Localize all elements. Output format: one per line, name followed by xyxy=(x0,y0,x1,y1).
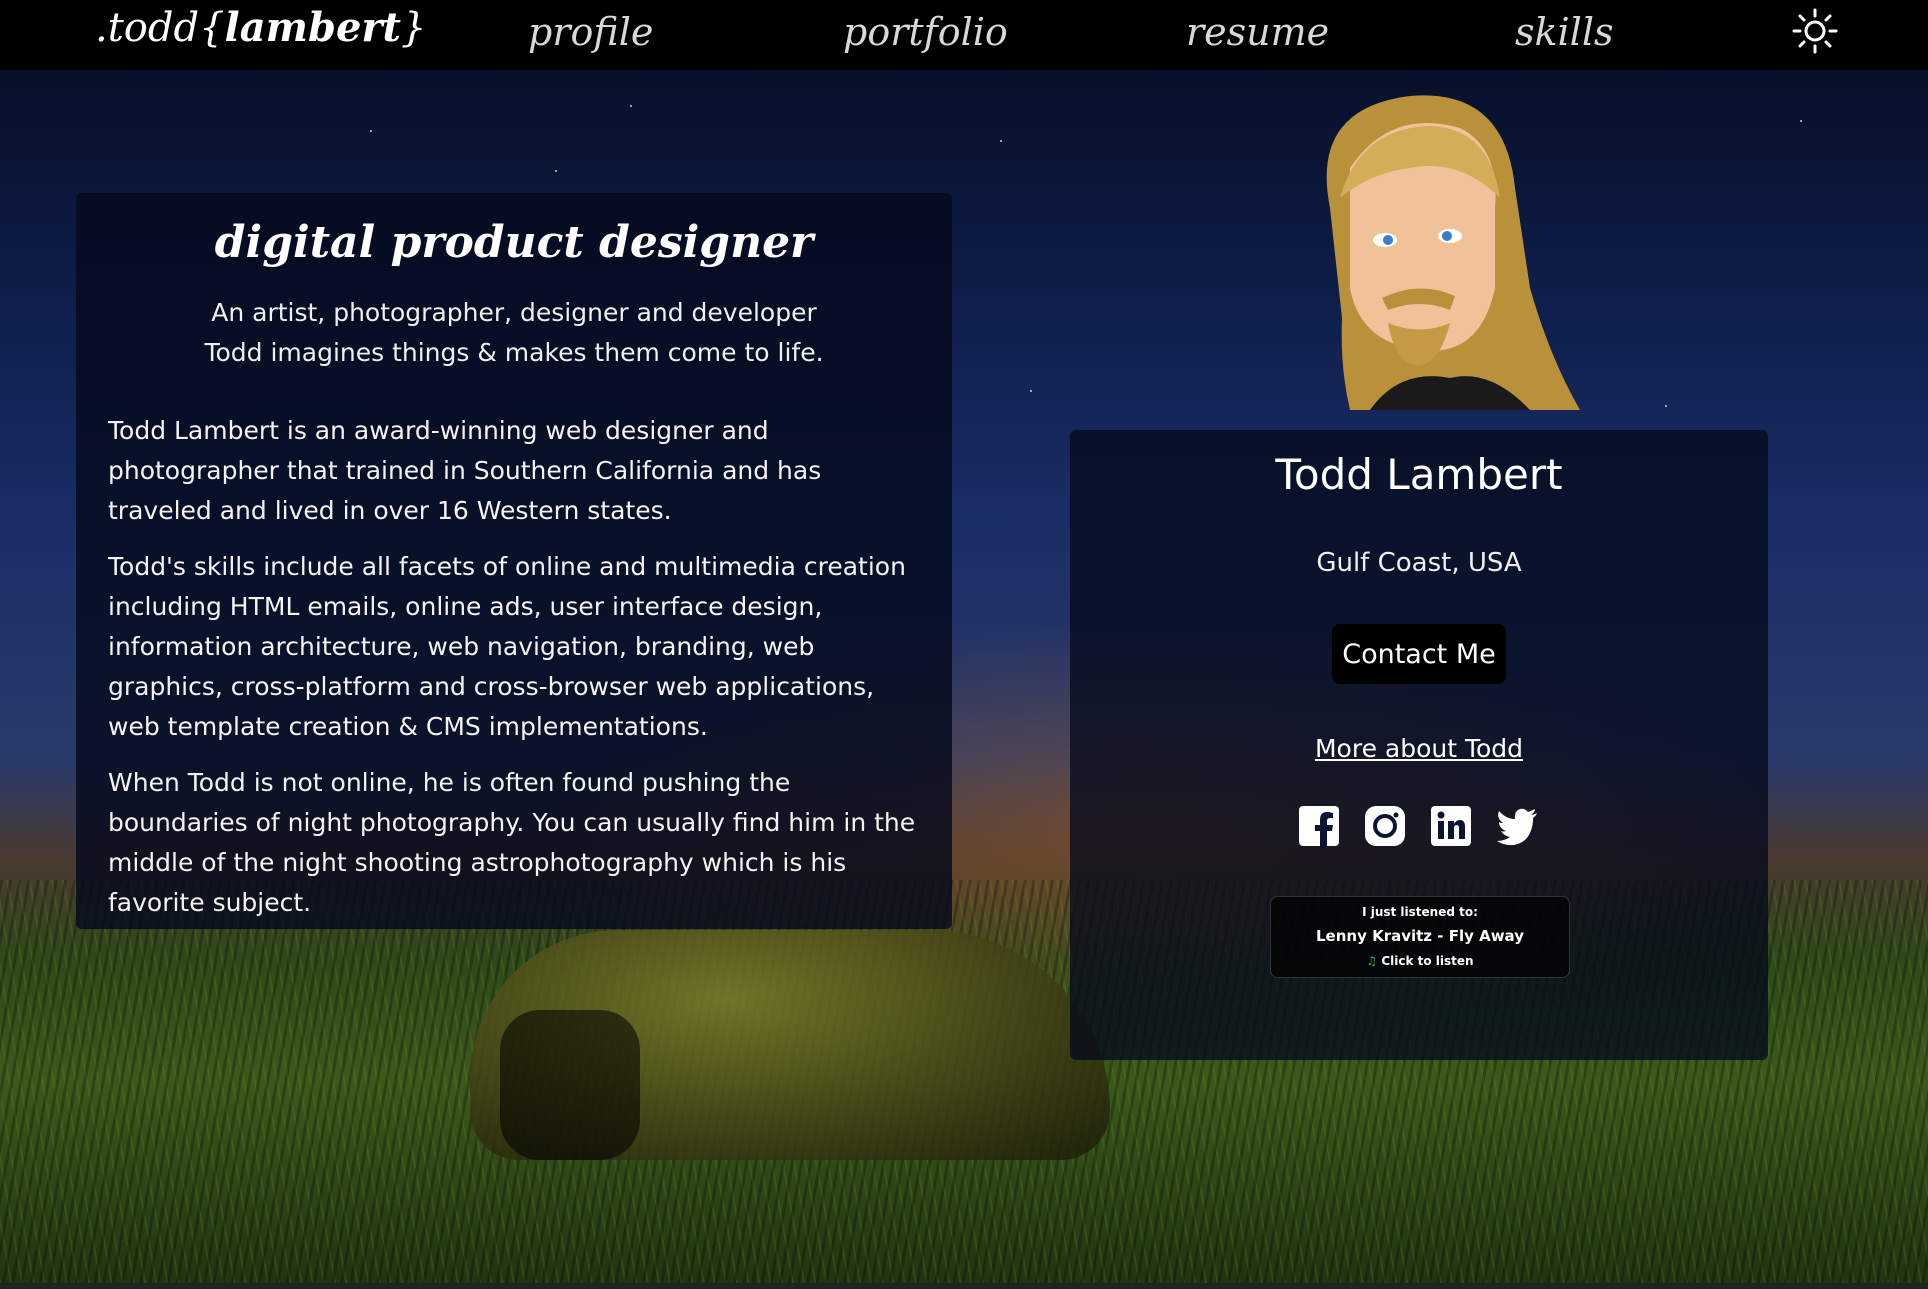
facebook-icon[interactable] xyxy=(1297,804,1341,848)
bio-paragraph: Todd Lambert is an award-winning web des… xyxy=(108,416,822,525)
star xyxy=(1030,390,1032,392)
nav-link-resume[interactable]: resume xyxy=(1186,10,1329,54)
profile-card: Todd Lambert Gulf Coast, USA Contact Me … xyxy=(1070,430,1768,1060)
intro-panel: digital product designer An artist, phot… xyxy=(76,193,952,929)
click-to-listen-label: Click to listen xyxy=(1381,954,1474,968)
nav-link-skills[interactable]: skills xyxy=(1515,10,1614,54)
logo-bold: lambert xyxy=(224,4,401,51)
star xyxy=(555,170,557,172)
click-to-listen[interactable]: ♫ Click to listen xyxy=(1271,954,1569,968)
avatar xyxy=(1290,88,1590,410)
nav-link-portfolio[interactable]: portfolio xyxy=(843,10,1008,54)
profile-location: Gulf Coast, USA xyxy=(1316,548,1522,578)
bio-paragraph: When Todd is not online, he is often fou… xyxy=(108,768,916,917)
intro-tagline: An artist, photographer, designer and de… xyxy=(76,293,952,373)
bio-paragraph: Todd's skills include all facets of onli… xyxy=(108,552,906,741)
twitter-icon[interactable] xyxy=(1495,804,1539,848)
intro-title: digital product designer xyxy=(214,217,814,268)
sun-icon[interactable] xyxy=(1790,6,1840,56)
top-navbar: .todd{lambert} profile portfolio resume … xyxy=(0,0,1928,70)
site-logo[interactable]: .todd{lambert} xyxy=(95,4,426,51)
star xyxy=(370,130,372,132)
social-links xyxy=(1297,804,1547,852)
nav-link-profile[interactable]: profile xyxy=(528,10,653,54)
logo-prefix: .todd{ xyxy=(95,5,225,51)
star xyxy=(1665,405,1667,407)
recently-played-widget[interactable]: I just listened to: Lenny Kravitz - Fly … xyxy=(1270,896,1570,978)
star xyxy=(1800,120,1802,122)
spotify-icon: ♫ xyxy=(1366,954,1378,968)
star xyxy=(630,105,632,107)
profile-name: Todd Lambert xyxy=(1275,450,1563,499)
more-about-link[interactable]: More about Todd xyxy=(1070,734,1768,763)
background-car-grill xyxy=(500,1010,640,1160)
linkedin-icon[interactable] xyxy=(1429,804,1473,848)
contact-button[interactable]: Contact Me xyxy=(1332,624,1506,684)
tagline-line-1: An artist, photographer, designer and de… xyxy=(211,298,817,327)
recently-played-heading: I just listened to: xyxy=(1362,905,1478,919)
logo-suffix: } xyxy=(400,5,427,51)
tagline-line-2: Todd imagines things & makes them come t… xyxy=(204,338,824,367)
star xyxy=(1000,140,1002,142)
instagram-icon[interactable] xyxy=(1363,804,1407,848)
page-bottom-border xyxy=(0,1283,1928,1289)
recently-played-track: Lenny Kravitz - Fly Away xyxy=(1315,927,1524,945)
